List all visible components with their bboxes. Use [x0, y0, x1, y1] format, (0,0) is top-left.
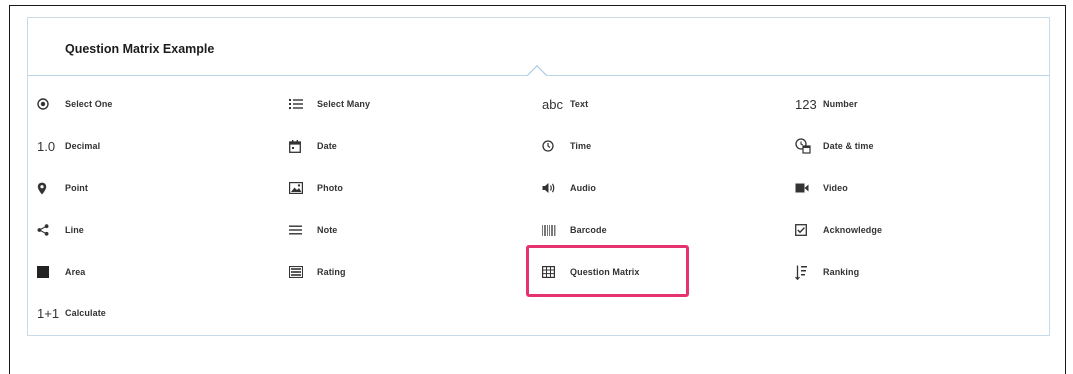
type-area[interactable]: Area	[37, 260, 85, 284]
type-label: Decimal	[65, 141, 101, 151]
type-label: Barcode	[570, 225, 607, 235]
calendar-clock-icon	[795, 138, 823, 154]
type-date[interactable]: Date	[289, 134, 337, 158]
photo-icon	[289, 182, 317, 194]
clock-icon	[542, 140, 570, 152]
type-label: Audio	[570, 183, 596, 193]
audio-icon	[542, 182, 570, 194]
page-title: Question Matrix Example	[65, 42, 215, 56]
type-select-many[interactable]: Select Many	[289, 92, 370, 116]
map-pin-icon	[37, 182, 65, 195]
type-label: Time	[570, 141, 592, 151]
type-label: Text	[570, 99, 589, 109]
ranking-icon	[795, 265, 823, 280]
type-number[interactable]: 123 Number	[795, 92, 858, 116]
type-calculate[interactable]: 1+1 Calculate	[37, 301, 106, 325]
type-photo[interactable]: Photo	[289, 176, 343, 200]
type-label: Select One	[65, 99, 113, 109]
type-time[interactable]: Time	[542, 134, 591, 158]
type-label: Point	[65, 183, 88, 193]
type-video[interactable]: Video	[795, 176, 848, 200]
type-select-one[interactable]: Select One	[37, 92, 113, 116]
abc-icon: abc	[542, 96, 563, 112]
type-label: Area	[65, 267, 86, 277]
type-label: Select Many	[317, 99, 371, 109]
type-rating[interactable]: Rating	[289, 260, 346, 284]
type-label: Video	[823, 183, 848, 193]
type-decimal[interactable]: 1.0 Decimal	[37, 134, 100, 158]
number-icon: 123	[795, 96, 817, 112]
note-icon	[289, 225, 317, 235]
type-label: Acknowledge	[823, 225, 883, 235]
type-label: Rating	[317, 267, 346, 277]
video-icon	[795, 183, 823, 193]
type-audio[interactable]: Audio	[542, 176, 596, 200]
selection-highlight	[526, 245, 689, 297]
area-icon	[37, 266, 65, 278]
type-point[interactable]: Point	[37, 176, 88, 200]
type-acknowledge[interactable]: Acknowledge	[795, 218, 882, 242]
type-barcode[interactable]: Barcode	[542, 218, 607, 242]
type-date-time[interactable]: Date & time	[795, 134, 874, 158]
type-ranking[interactable]: Ranking	[795, 260, 859, 284]
calculate-icon: 1+1	[37, 305, 60, 321]
type-text[interactable]: abc Text	[542, 92, 588, 116]
type-note[interactable]: Note	[289, 218, 337, 242]
type-label: Line	[65, 225, 84, 235]
type-label: Note	[317, 225, 338, 235]
type-label: Calculate	[65, 308, 106, 318]
type-label: Ranking	[823, 267, 860, 277]
list-icon	[289, 98, 317, 110]
type-label: Date & time	[823, 141, 874, 151]
calendar-icon	[289, 139, 317, 153]
checkbox-icon	[795, 224, 823, 236]
rating-icon	[289, 266, 317, 278]
decimal-icon: 1.0	[37, 138, 56, 154]
type-label: Date	[317, 141, 337, 151]
barcode-icon	[542, 224, 570, 236]
share-icon	[37, 224, 65, 236]
radio-icon	[37, 98, 65, 110]
type-line[interactable]: Line	[37, 218, 84, 242]
type-label: Photo	[317, 183, 343, 193]
type-label: Number	[823, 99, 858, 109]
